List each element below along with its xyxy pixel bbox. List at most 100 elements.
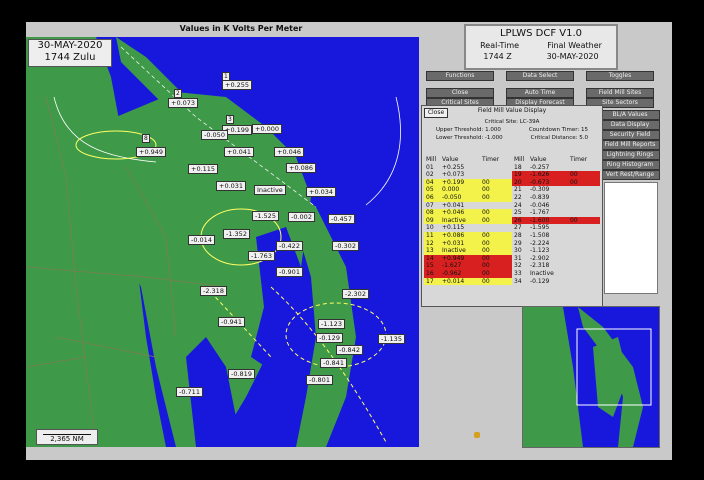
toggles-menu-button[interactable]: Toggles [586, 71, 654, 81]
mill-value-label[interactable]: +0.046 [274, 147, 305, 157]
panel-close-button[interactable]: Close [424, 108, 448, 118]
mill-cell: 29 -2.224 [512, 240, 600, 248]
mill-id: 33 [514, 269, 522, 277]
col-timer: Timer [482, 156, 500, 163]
table-row: 07 +0.041 24 -0.046 [424, 202, 600, 210]
mill-number: 3 [226, 115, 234, 124]
mill-timer [570, 224, 600, 232]
mill-cell: 15 -1.627 00 [424, 262, 512, 270]
app-title: LPLWS DCF V1.0 [499, 28, 583, 39]
mill-cell: 06 -0.050 00 [424, 193, 512, 202]
field-mill-map[interactable]: 30-MAY-2020 1744 Zulu 1 +0.255 2 +0.073 … [26, 37, 419, 447]
data-display-button[interactable]: Data Display [600, 120, 660, 130]
mill-timer [570, 255, 600, 263]
mill-value: +0.073 [442, 171, 465, 179]
mill-value-label[interactable]: +0.041 [224, 147, 255, 157]
vert-rest-range-button[interactable]: Vert Rest/Range [600, 170, 660, 180]
auto-time-button[interactable]: Auto Time [506, 88, 574, 98]
mill-value-label[interactable]: -0.422 [276, 241, 303, 251]
lightning-rings-button[interactable]: Lightning Rings [600, 150, 660, 160]
mill-value: -0.046 [530, 201, 550, 209]
mill-value-label[interactable]: -1.525 [252, 211, 279, 221]
mill-value-label[interactable]: +0.949 [136, 147, 167, 157]
mill-id: 04 [426, 178, 434, 186]
mill-value-label[interactable]: +0.086 [286, 163, 317, 173]
map-graphic [26, 37, 401, 447]
header-time: 1744 Z [483, 52, 512, 61]
mill-value-label[interactable]: -0.711 [176, 387, 203, 397]
overview-minimap[interactable] [522, 306, 660, 448]
mill-value-label[interactable]: -1.763 [248, 251, 275, 261]
app-header-box: LPLWS DCF V1.0 Real-Time Final Weather 1… [464, 24, 618, 70]
mill-number: 2 [174, 89, 182, 98]
mill-cell: 26 -1.600 00 [512, 216, 600, 225]
mill-cell: 11 +0.086 00 [424, 231, 512, 240]
mill-id: 24 [514, 201, 522, 209]
mill-value-label[interactable]: -1.123 [318, 319, 345, 329]
mill-value-label[interactable]: -0.457 [328, 214, 355, 224]
security-field-button[interactable]: Security Field [600, 130, 660, 140]
mill-cell: 34 -0.129 [512, 278, 600, 286]
mill-value-label[interactable]: +0.000 [252, 124, 283, 134]
mill-value-label[interactable]: +0.073 [168, 98, 199, 108]
mill-timer [570, 247, 600, 255]
mill-value: -0.050 [442, 193, 462, 201]
mill-timer [482, 171, 512, 179]
mill-value-label[interactable]: Inactive [254, 185, 286, 195]
mill-value-label[interactable]: -0.801 [306, 375, 333, 385]
mill-value-label[interactable]: -1.352 [223, 229, 250, 239]
message-list[interactable] [604, 182, 658, 294]
mill-value-label[interactable]: -0.841 [320, 358, 347, 368]
mill-value-label[interactable]: -2.318 [200, 286, 227, 296]
table-row: 06 -0.050 00 22 -0.839 [424, 193, 600, 202]
critical-site: Critical Site: LC-39A [484, 119, 540, 125]
mill-id: 20 [514, 178, 522, 186]
mill-cell: 27 -1.595 [512, 224, 600, 232]
functions-menu-button[interactable]: Functions [426, 71, 494, 81]
mill-value: Inactive [442, 216, 466, 224]
mill-value-label[interactable]: -2.302 [342, 289, 369, 299]
mill-value-label[interactable]: -0.819 [228, 369, 255, 379]
mill-value-label[interactable]: -0.050 [201, 130, 228, 140]
mill-id: 09 [426, 216, 434, 224]
mill-number: 8 [142, 134, 150, 143]
mill-timer: 00 [482, 209, 490, 217]
field-mill-reports-button[interactable]: Field Mill Reports [600, 140, 660, 150]
data-select-menu-button[interactable]: Data Select [506, 71, 574, 81]
mill-cell: 21 -0.309 [512, 186, 600, 194]
bla-values-button[interactable]: BL/A Values [600, 110, 660, 120]
mill-cell: 16 -0.962 00 [424, 269, 512, 278]
mill-timer [482, 202, 512, 210]
ring-histogram-button[interactable]: Ring Histogram [600, 160, 660, 170]
table-row: 05 0.000 00 21 -0.309 [424, 186, 600, 194]
mill-value-label[interactable]: -0.941 [218, 317, 245, 327]
mill-value-label[interactable]: +0.034 [306, 187, 337, 197]
mill-cell: 02 +0.073 [424, 171, 512, 179]
weather-label: Final Weather [547, 41, 602, 50]
mill-value: +0.115 [442, 224, 465, 232]
mill-id: 07 [426, 201, 434, 209]
mill-value-label[interactable]: +0.031 [216, 181, 247, 191]
mill-value-label[interactable]: -0.302 [332, 241, 359, 251]
field-mill-sites-button[interactable]: Field Mill Sites [586, 88, 654, 98]
mill-value: -1.123 [530, 247, 550, 255]
mill-value-label[interactable]: -1.135 [378, 334, 405, 344]
mill-cell: 12 +0.031 00 [424, 239, 512, 248]
mill-value-label[interactable]: -0.014 [188, 235, 215, 245]
mill-value-label[interactable]: -0.842 [336, 345, 363, 355]
mill-value-label[interactable]: +0.255 [222, 80, 253, 90]
table-row: 10 +0.115 27 -1.595 [424, 224, 600, 232]
mill-value-label[interactable]: -0.002 [288, 212, 315, 222]
mill-id: 10 [426, 224, 434, 232]
mode-label: Real-Time [480, 41, 520, 50]
mill-id: 25 [514, 209, 522, 217]
mill-value: +0.086 [442, 231, 465, 239]
col-mill: Mill [426, 156, 437, 163]
mill-timer: 00 [482, 239, 490, 247]
mill-cell: 22 -0.839 [512, 194, 600, 202]
mill-value-label[interactable]: -0.901 [276, 267, 303, 277]
mill-value-label[interactable]: +0.115 [188, 164, 219, 174]
close-button[interactable]: Close [426, 88, 494, 98]
col-value: Value [530, 156, 547, 163]
mill-value-label[interactable]: -0.129 [316, 333, 343, 343]
